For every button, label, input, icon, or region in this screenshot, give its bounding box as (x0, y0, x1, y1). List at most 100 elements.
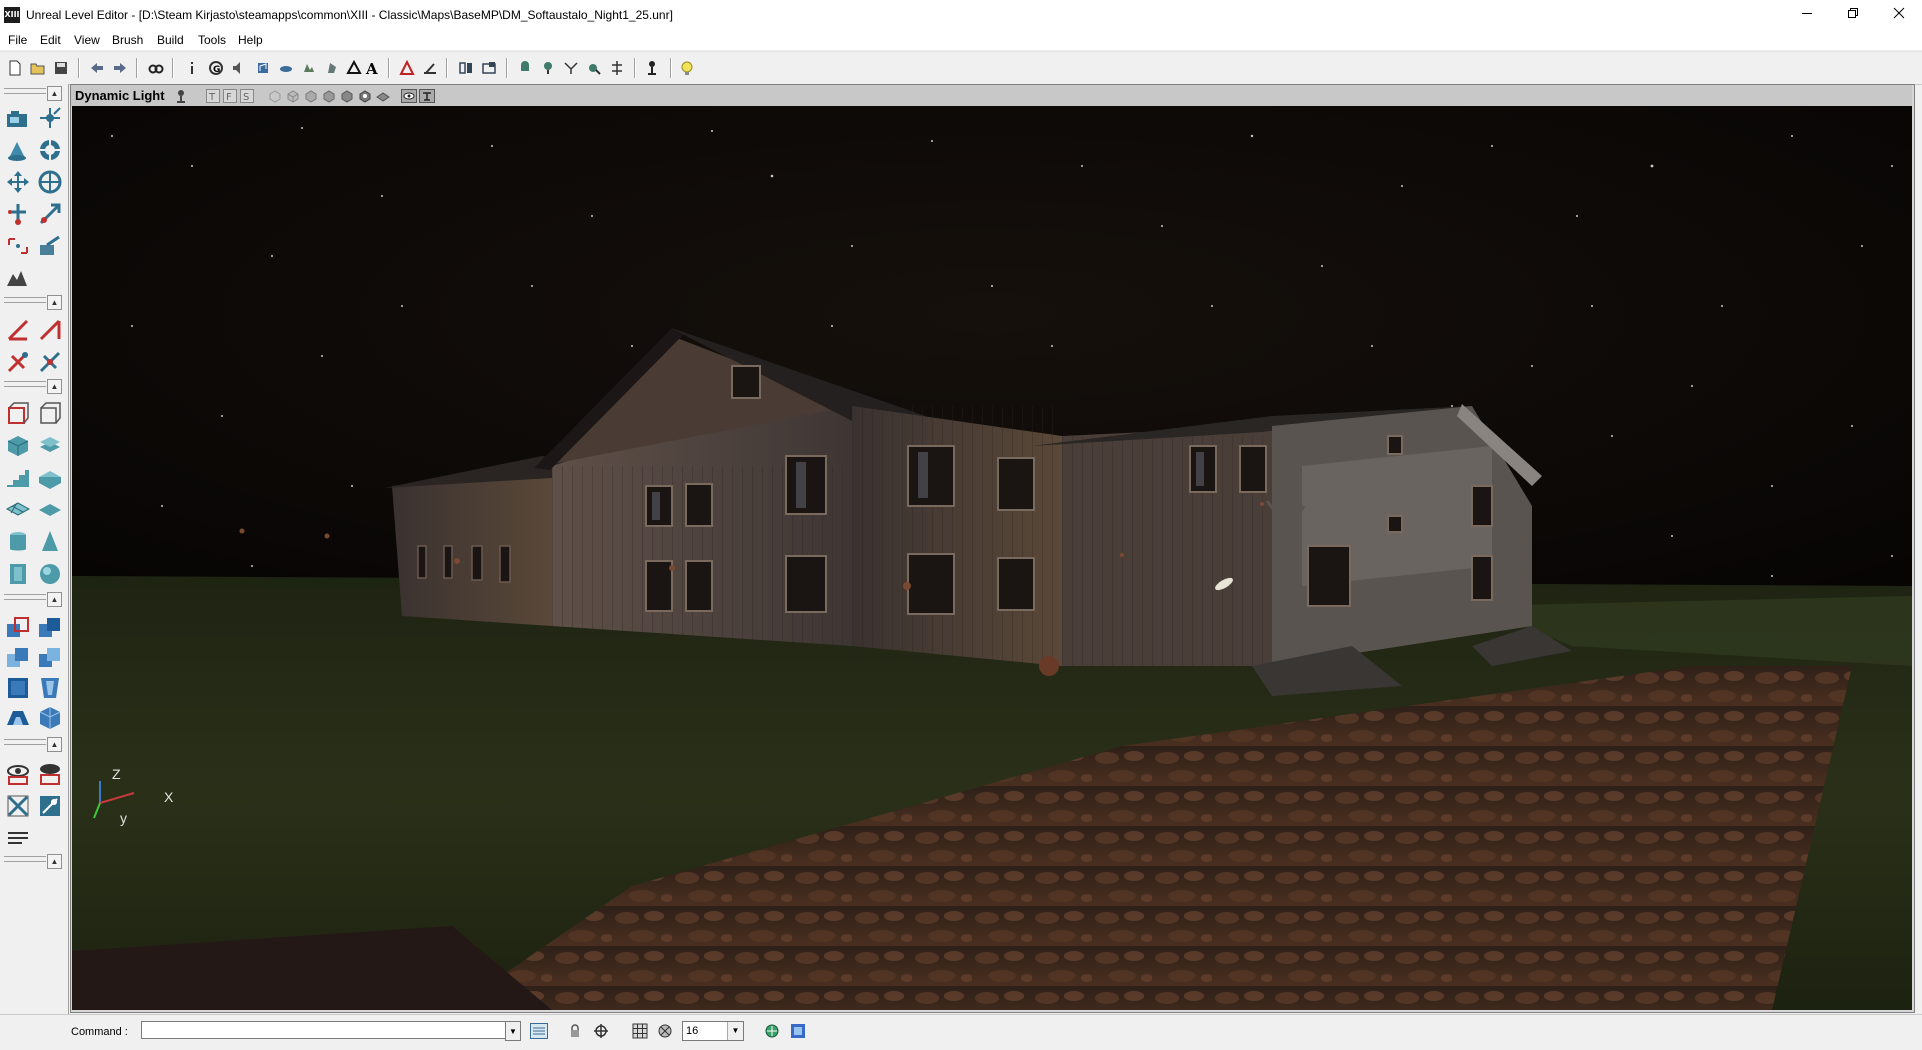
close-button[interactable] (1876, 0, 1922, 30)
build-lighting-icon[interactable] (480, 59, 498, 77)
texture-pan-icon[interactable] (36, 168, 64, 196)
log-window-icon[interactable] (530, 1022, 548, 1040)
menu-view[interactable]: View (74, 33, 100, 47)
rotation-grid-icon[interactable] (592, 1022, 610, 1040)
menu-edit[interactable]: Edit (40, 33, 61, 47)
actor-rotate-icon[interactable] (4, 136, 32, 164)
collapse-toggle[interactable]: ▲ (47, 86, 62, 101)
real-time-preview-icon[interactable] (401, 88, 417, 104)
grid-snap-icon[interactable] (656, 1022, 674, 1040)
grid-icon[interactable] (631, 1022, 649, 1040)
align-icon[interactable] (4, 822, 32, 850)
menu-file[interactable]: File (8, 33, 27, 47)
add-static-mesh-icon[interactable] (36, 704, 64, 732)
textured-icon[interactable] (339, 88, 355, 104)
cylinder-builder-icon[interactable] (4, 432, 32, 460)
minimize-button[interactable] (1784, 0, 1830, 30)
face-drag-icon[interactable] (36, 232, 64, 260)
texture-scale-icon[interactable] (36, 200, 64, 228)
play-map-icon[interactable] (643, 59, 661, 77)
collapse-toggle-4[interactable]: ▲ (47, 592, 62, 607)
csg-deintersect-icon[interactable] (36, 644, 64, 672)
spiral-stair-icon[interactable] (36, 464, 64, 492)
sound-browser-icon[interactable] (230, 59, 248, 77)
menu-help[interactable]: Help (238, 33, 263, 47)
cube-builder-icon[interactable] (4, 400, 32, 428)
static-mesh-browser-icon[interactable] (345, 59, 363, 77)
build-paths-icon[interactable] (516, 59, 534, 77)
sphere-builder-icon[interactable] (36, 560, 64, 588)
show-selected-icon[interactable] (4, 760, 32, 788)
curved-stair-icon[interactable] (4, 496, 32, 524)
zone-icon[interactable] (285, 88, 301, 104)
wireframe-icon[interactable] (267, 88, 283, 104)
lock-viewport-icon[interactable] (419, 88, 435, 104)
side-view-icon[interactable]: S (239, 88, 255, 104)
terrain-editor-icon[interactable] (398, 59, 416, 77)
actor-scale-icon[interactable] (4, 168, 32, 196)
actor-properties-icon[interactable] (183, 59, 201, 77)
redo-icon[interactable] (111, 59, 129, 77)
invert-selection-icon[interactable] (36, 792, 64, 820)
hide-selected-icon[interactable] (36, 760, 64, 788)
front-view-icon[interactable]: F (222, 88, 238, 104)
2d-shape-editor-icon[interactable] (421, 59, 439, 77)
group-browser-icon[interactable]: G (207, 59, 225, 77)
menu-build[interactable]: Build (157, 33, 184, 47)
stair-builder-icon[interactable] (4, 464, 32, 492)
brush-resize-icon[interactable] (4, 232, 32, 260)
collapse-toggle-3[interactable]: ▲ (47, 379, 62, 394)
add-special-icon[interactable] (36, 674, 64, 702)
polygon-clip-icon[interactable] (4, 316, 32, 344)
3d-viewport[interactable]: Z X y (72, 106, 1912, 1010)
build-geometry-icon[interactable] (457, 59, 475, 77)
command-input[interactable] (141, 1021, 511, 1039)
texture-browser-icon[interactable] (277, 59, 295, 77)
bsp-cuts-icon[interactable] (321, 88, 337, 104)
top-view-icon[interactable]: T (205, 88, 221, 104)
csg-intersect-icon[interactable] (4, 644, 32, 672)
terrain-icon[interactable] (4, 264, 32, 292)
save-map-icon[interactable] (52, 59, 70, 77)
build-options-icon[interactable] (562, 59, 580, 77)
restore-button[interactable] (1830, 0, 1876, 30)
terrain-builder-icon[interactable] (36, 496, 64, 524)
brush-clip-icon[interactable] (36, 136, 64, 164)
maximize-viewport-icon[interactable] (763, 1022, 781, 1040)
clip-both-icon[interactable] (4, 348, 32, 376)
undo-icon[interactable] (88, 59, 106, 77)
collapse-toggle-5[interactable]: ▲ (47, 737, 62, 752)
dynamic-light-icon[interactable] (357, 88, 373, 104)
music-browser-icon[interactable] (254, 59, 272, 77)
menu-brush[interactable]: Brush (112, 33, 143, 47)
clip-delete-icon[interactable] (36, 348, 64, 376)
full-screen-icon[interactable] (789, 1022, 807, 1040)
open-map-icon[interactable] (29, 59, 47, 77)
command-dropdown[interactable]: ▼ (505, 1021, 521, 1041)
csg-subtract-icon[interactable] (36, 614, 64, 642)
cone-builder-icon[interactable] (36, 432, 64, 460)
add-mover-icon[interactable] (4, 674, 32, 702)
csg-add-icon[interactable] (4, 614, 32, 642)
texture-usage-icon[interactable] (303, 88, 319, 104)
volume-icon[interactable] (36, 528, 64, 556)
build-options-extra-icon[interactable] (608, 59, 626, 77)
sheet-icon[interactable] (4, 528, 32, 556)
grid-size-select[interactable]: 16 ▼ (682, 1021, 744, 1041)
collapse-toggle-6[interactable]: ▲ (47, 854, 62, 869)
vertex-edit-icon[interactable] (36, 104, 64, 132)
add-volume-icon[interactable] (4, 704, 32, 732)
animation-browser-icon[interactable] (323, 59, 341, 77)
font-browser-icon[interactable]: A (363, 59, 381, 77)
brush-clip-split-icon[interactable] (36, 316, 64, 344)
camera-move-icon[interactable] (4, 106, 32, 134)
play-level-icon[interactable] (585, 59, 603, 77)
find-actors-icon[interactable] (147, 59, 165, 77)
texture-rotate-icon[interactable] (4, 200, 32, 228)
mesh-browser-icon[interactable] (300, 59, 318, 77)
sheet-builder-icon[interactable] (36, 400, 64, 428)
new-map-icon[interactable] (6, 59, 24, 77)
collapse-toggle-2[interactable]: ▲ (47, 295, 62, 310)
lighting-only-icon[interactable] (375, 88, 391, 104)
light-bulb-icon[interactable] (678, 59, 696, 77)
